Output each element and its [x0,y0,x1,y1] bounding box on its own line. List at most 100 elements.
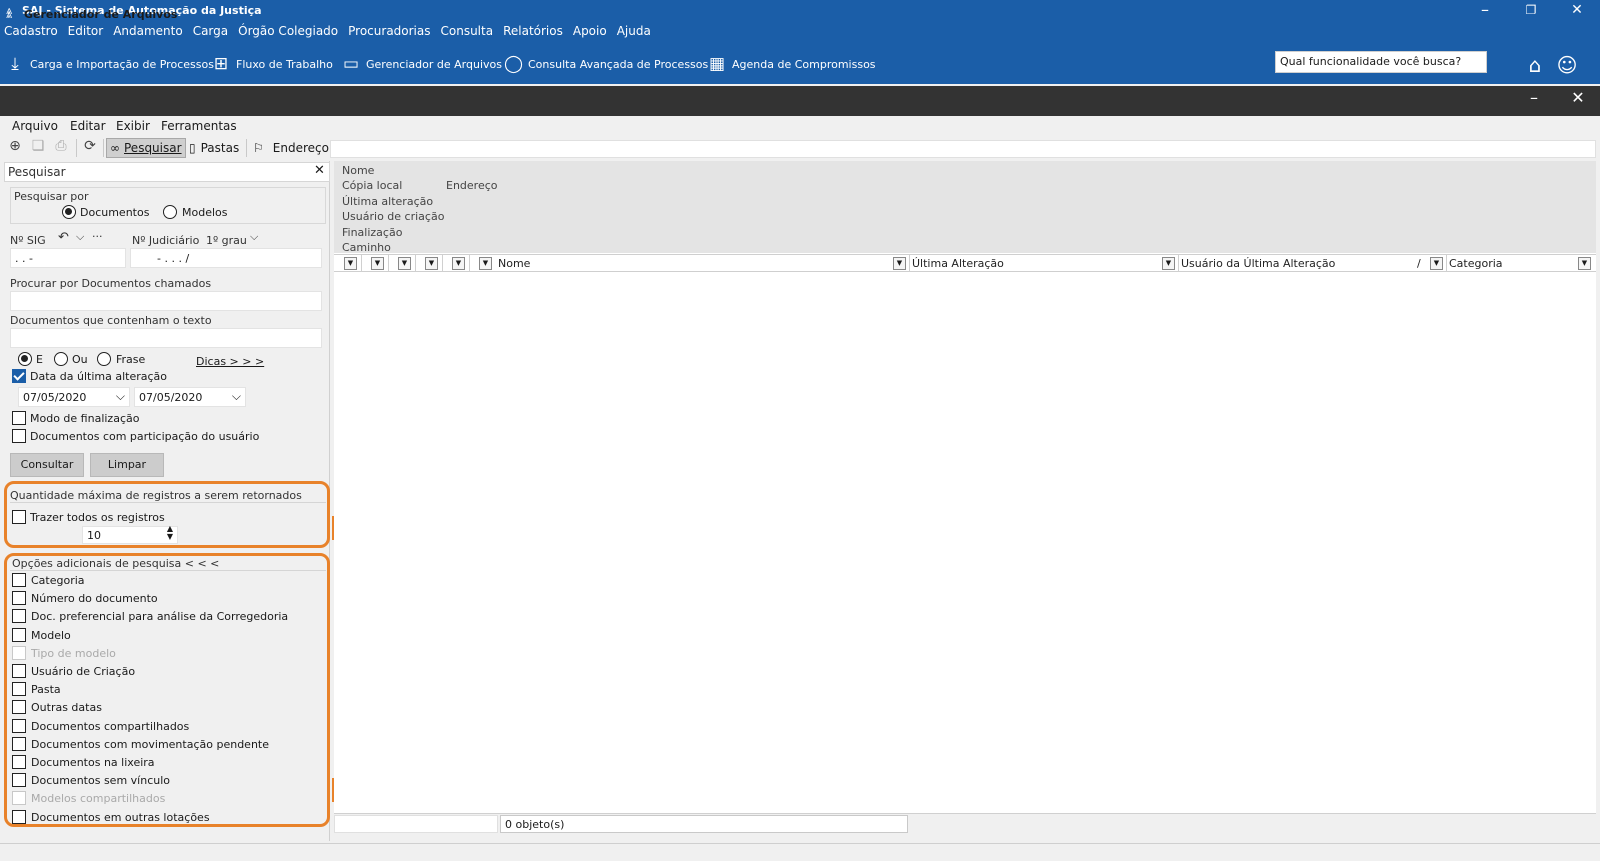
filter-dropdown-icon[interactable]: ▼ [1578,257,1591,270]
window-title: Gerenciador de Arquivos [24,8,178,21]
additional-option-checkbox[interactable] [12,609,26,623]
radio-frase[interactable] [97,352,111,366]
menu-cadastro[interactable]: Cadastro [4,24,58,38]
filter-dropdown-icon[interactable]: ▼ [371,257,384,270]
instance-select[interactable]: 1º grau [206,234,247,247]
additional-option-checkbox[interactable] [12,682,26,696]
chevron-down-icon[interactable]: ⌵ [116,389,125,404]
additional-option-checkbox[interactable] [12,810,26,824]
mode-checkbox-label: Modo de finalização [30,412,140,425]
all-records-checkbox[interactable] [12,510,26,524]
additional-option-checkbox[interactable] [12,628,26,642]
radio-e[interactable] [18,352,32,366]
chevron-down-icon[interactable]: ⌵ [76,230,84,244]
menu-exibir[interactable]: Exibir [116,119,150,133]
sig-input[interactable]: . . - [10,248,126,268]
menu-editor[interactable]: Editor [68,24,104,38]
filter-dropdown-icon[interactable]: ▼ [425,257,438,270]
judicial-input[interactable]: - . . . / [130,248,322,268]
user-icon[interactable]: ☺ [1554,53,1580,77]
pesquisar-button[interactable]: ∞ Pesquisar [106,138,186,158]
max-group-title: Quantidade máxima de registros a serem r… [10,489,302,502]
menu-orgao-colegiado[interactable]: Órgão Colegiado [238,24,338,38]
menu-relatorios[interactable]: Relatórios [503,24,563,38]
toolbar-gerenciador-arquivos[interactable]: ▭ Gerenciador de Arquivos [342,50,502,78]
additional-option-checkbox[interactable] [12,700,26,714]
additional-option-checkbox[interactable] [12,573,26,587]
filter-dropdown-icon[interactable]: ▼ [1430,257,1443,270]
feature-search-input[interactable]: Qual funcionalidade você busca? [1275,51,1487,73]
restore-icon[interactable]: ❐ [1508,0,1554,22]
chevron-down-icon[interactable]: ⌵ [232,389,241,404]
additional-option-checkbox[interactable] [12,591,26,605]
radio-ou[interactable] [54,352,68,366]
pesquisar-label: Pesquisar [124,141,182,155]
text-input[interactable] [10,328,322,348]
download-arrow-icon: ⤓ [11,54,19,74]
pastas-button[interactable]: ▯ Pastas [186,138,242,158]
menu-ferramentas[interactable]: Ferramentas [161,119,237,133]
chat-search-icon: ◯ [504,54,524,74]
radio-modelos[interactable] [163,205,177,219]
additional-option-checkbox[interactable] [12,755,26,769]
name-input[interactable] [10,291,322,311]
spinner-arrows-icon[interactable]: ▲ ▼ [167,525,173,541]
column-nome[interactable]: Nome [498,257,530,270]
ellipsis-button[interactable]: ··· [92,230,103,243]
menu-carga[interactable]: Carga [193,24,228,38]
tips-link[interactable]: Dicas > > > [196,355,264,368]
date-to-input[interactable]: 07/05/2020 ⌵ [134,387,246,407]
new-document-icon[interactable]: ⊕ [5,138,25,158]
binoculars-icon: ∞ [110,141,120,155]
toolbar-carga-importacao[interactable]: ⤓ Carga e Importação de Processos [6,50,214,78]
additional-option-checkbox[interactable] [12,719,26,733]
filter-dropdown-icon[interactable]: ▼ [452,257,465,270]
endereco-button[interactable]: ⚐ Endereço [250,138,332,158]
additional-option-checkbox [12,646,26,660]
additional-option-checkbox[interactable] [12,773,26,787]
panel-close-icon[interactable]: ✕ [314,163,325,178]
additional-option-checkbox[interactable] [12,664,26,678]
radio-frase-label: Frase [116,353,146,366]
date-from-input[interactable]: 07/05/2020 ⌵ [18,387,130,407]
additional-options-title[interactable]: Opções adicionais de pesquisa < < < [12,557,219,570]
filter-dropdown-icon[interactable]: ▼ [398,257,411,270]
mode-checkbox[interactable] [12,411,26,425]
filter-dropdown-icon[interactable]: ▼ [1162,257,1175,270]
clear-button[interactable]: Limpar [90,453,164,477]
menu-arquivo[interactable]: Arquivo [12,119,58,133]
max-records-input[interactable]: 10 ▲ ▼ [82,525,178,544]
date-checkbox[interactable] [12,369,26,383]
minimize-icon[interactable]: – [1462,0,1508,22]
toolbar-fluxo-trabalho[interactable]: ⊞ Fluxo de Trabalho [212,50,333,78]
menu-editar[interactable]: Editar [70,119,106,133]
window-minimize-icon[interactable]: – [1514,88,1554,107]
toolbar-agenda-compromissos[interactable]: ▦ Agenda de Compromissos [708,50,876,78]
filter-dropdown-icon[interactable]: ▼ [344,257,357,270]
toolbar-label: Fluxo de Trabalho [236,57,333,71]
consult-button[interactable]: Consultar [10,453,84,477]
close-icon[interactable]: ✕ [1554,0,1600,22]
participation-checkbox[interactable] [12,429,26,443]
radio-documentos[interactable] [62,205,76,219]
menu-consulta[interactable]: Consulta [441,24,494,38]
filter-dropdown-icon[interactable]: ▼ [479,257,492,270]
search-by-label: Pesquisar por [14,190,89,203]
toolbar-consulta-avancada[interactable]: ◯ Consulta Avançada de Processos [504,50,708,78]
undo-icon[interactable]: ↶ [58,230,69,245]
address-field[interactable] [330,140,1596,158]
menu-ajuda[interactable]: Ajuda [617,24,651,38]
filter-dropdown-icon[interactable]: ▼ [893,257,906,270]
window-close-icon[interactable]: ✕ [1558,88,1598,107]
home-icon[interactable]: ⌂ [1522,53,1548,77]
refresh-icon[interactable]: ⟳ [80,138,100,158]
chevron-down-icon[interactable]: ⌵ [250,230,258,244]
column-usuario-ultima-alteracao[interactable]: Usuário da Última Alteração [1181,257,1335,270]
menu-apoio[interactable]: Apoio [573,24,607,38]
column-ultima-alteracao[interactable]: Última Alteração [912,257,1004,270]
menu-procuradorias[interactable]: Procuradorias [348,24,430,38]
column-categoria[interactable]: Categoria [1449,257,1503,270]
menu-andamento[interactable]: Andamento [113,24,183,38]
max-records-value: 10 [87,529,101,542]
additional-option-checkbox[interactable] [12,737,26,751]
